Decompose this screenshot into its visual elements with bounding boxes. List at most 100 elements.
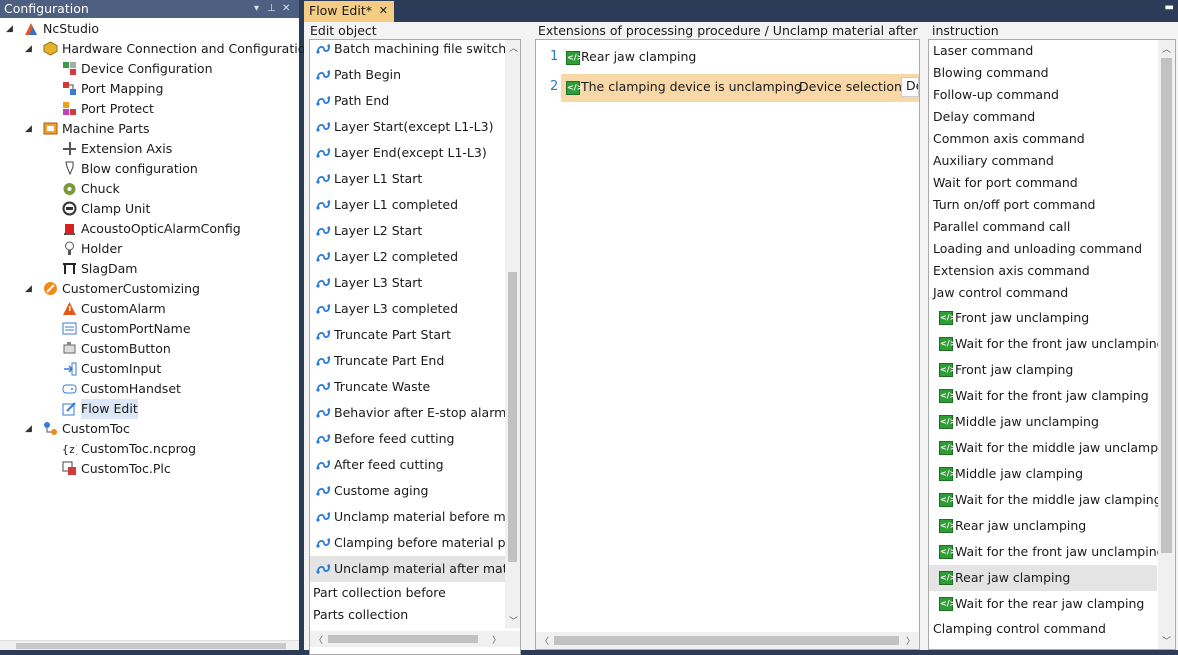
tab-menu-icon[interactable]: ▬ [1165,2,1174,13]
panel-pin-icon[interactable]: ⊥ [267,0,276,18]
instruction-item[interactable]: </> Middle jaw unclamping [929,409,1157,435]
tree-item[interactable]: Clamp Unit [0,199,299,219]
instruction-item[interactable]: </> Wait for the middle jaw unclamping [929,435,1175,461]
edit-object-item[interactable]: Layer L1 Start [310,166,505,192]
scrollbar-thumb[interactable] [554,636,899,645]
tree-item[interactable]: SlagDam [0,259,299,279]
procedure-horizontal-scrollbar[interactable]: 〈 〉 [536,632,919,649]
edit-object-horizontal-scrollbar[interactable]: 〈 〉 [310,631,520,647]
tree-item[interactable]: ◢ Hardware Connection and Configuration [0,39,313,59]
tree-item[interactable]: Holder [0,239,299,259]
edit-object-item[interactable]: Batch machining file switching [310,40,505,62]
instruction-group[interactable]: Auxiliary command [933,150,1054,172]
edit-object-item[interactable]: Path Begin [310,62,505,88]
procedure-line[interactable]: 1 </> Rear jaw clamping [536,44,919,72]
edit-object-item[interactable]: Truncate Part Start [310,322,505,348]
instruction-group[interactable]: Loading and unloading command [933,238,1142,260]
tree-item[interactable]: ◢ CustomToc [0,419,299,439]
panel-close-icon[interactable]: ✕ [282,0,290,18]
edit-object-item[interactable]: Custome aging [310,478,505,504]
tree-item[interactable]: CustomHandset [0,379,299,399]
tree-item[interactable]: ◢ Machine Parts [0,119,299,139]
tree-expander-icon[interactable]: ◢ [25,419,32,439]
instruction-group[interactable]: Jaw control command [933,282,1068,304]
tree-item[interactable]: CustomButton [0,339,299,359]
scrollbar-thumb[interactable] [328,635,478,643]
scroll-down-icon[interactable]: ﹀ [509,614,518,627]
tree-item[interactable]: AcoustoOpticAlarmConfig [0,219,299,239]
instruction-item[interactable]: </> Middle jaw clamping [929,461,1157,487]
device-selection-dropdown[interactable]: De [901,77,919,97]
tab-close-icon[interactable]: ✕ [379,1,388,21]
tree-expander-icon[interactable]: ◢ [25,119,32,139]
edit-object-item[interactable]: Truncate Part End [310,348,505,374]
edit-object-item[interactable]: Layer L2 completed [310,244,505,270]
edit-object-item[interactable]: Before feed cutting [310,426,505,452]
scroll-up-icon[interactable]: ︿ [509,41,518,54]
instruction-group[interactable]: Clamping control command [933,618,1106,640]
scrollbar-thumb[interactable] [508,272,517,562]
panel-dropdown-icon[interactable]: ▾ [254,0,259,18]
edit-object-item[interactable]: Unclamp material after material [310,556,505,582]
edit-object-item[interactable]: Layer L3 completed [310,296,505,322]
tree-item[interactable]: CustomPortName [0,319,299,339]
edit-object-item[interactable]: Layer L2 Start [310,218,505,244]
tree-item[interactable]: CustomInput [0,359,299,379]
tree-item[interactable]: Device Configuration [0,59,299,79]
instruction-item[interactable]: </> Rear jaw clamping [929,565,1157,591]
edit-object-item[interactable]: Layer End(except L1-L3) [310,140,505,166]
tree-item[interactable]: {z} CustomToc.ncprog [0,439,299,459]
instruction-group[interactable]: Turn on/off port command [933,194,1095,216]
instruction-group[interactable]: Delay command [933,106,1035,128]
tree-expander-icon[interactable]: ◢ [25,279,32,299]
instruction-group[interactable]: Blowing command [933,62,1049,84]
tree-item[interactable]: Port Protect [0,99,299,119]
instruction-group[interactable]: Follow-up command [933,84,1059,106]
instruction-item[interactable]: </> Wait for the front jaw unclamping [929,331,1165,357]
tree-item[interactable]: CustomAlarm [0,299,299,319]
scroll-right-icon[interactable]: 〉 [906,634,915,647]
edit-object-group-item[interactable]: Part collection before [313,582,446,604]
tab-flow-edit[interactable]: Flow Edit* ✕ [304,1,394,22]
edit-object-group-item[interactable]: Parts collection [313,604,408,626]
tree-expander-icon[interactable]: ◢ [25,39,32,59]
procedure-line-body[interactable]: </> The clamping device is unclamping Dev… [561,74,919,102]
instruction-group[interactable]: Common axis command [933,128,1085,150]
scrollbar-thumb[interactable] [1161,58,1172,553]
instruction-item[interactable]: </> Wait for the middle jaw clamping [929,487,1162,513]
scroll-left-icon[interactable]: 〈 [540,634,549,647]
instruction-item[interactable]: </> Wait for the rear jaw clamping [929,591,1157,617]
scrollbar-thumb[interactable] [16,643,286,649]
tree-expander-icon[interactable]: ◢ [6,19,13,39]
edit-object-item[interactable]: After feed cutting [310,452,505,478]
scroll-up-icon[interactable]: ︿ [1162,42,1171,55]
edit-object-item[interactable]: Layer Start(except L1-L3) [310,114,505,140]
scroll-down-icon[interactable]: ﹀ [1162,634,1171,647]
instruction-group[interactable]: Laser command [933,40,1033,62]
tree-item[interactable]: Blow configuration [0,159,299,179]
instruction-group[interactable]: Extension axis command [933,260,1090,282]
scroll-left-icon[interactable]: 〈 [314,633,323,646]
instruction-group[interactable]: Wait for port command [933,172,1078,194]
tree-item[interactable]: ◢ NcStudio [0,19,299,39]
instruction-item[interactable]: </> Wait for the front jaw clamping [929,383,1157,409]
edit-object-item[interactable]: Path End [310,88,505,114]
tree-horizontal-scrollbar[interactable] [0,640,299,650]
instruction-group[interactable]: Parallel command call [933,216,1070,238]
tree-item[interactable]: ◢ CustomerCustomizing [0,279,299,299]
tree-item[interactable]: Port Mapping [0,79,299,99]
instruction-item[interactable]: </> Wait for the front jaw unclamping [929,539,1165,565]
scroll-right-icon[interactable]: 〉 [492,633,501,646]
procedure-line-body[interactable]: </> Rear jaw clamping [561,44,919,72]
instruction-vertical-scrollbar[interactable]: ︿ ﹀ [1158,40,1175,649]
procedure-line[interactable]: 2 </> The clamping device is unclamping D… [536,74,919,102]
edit-object-item[interactable]: Layer L3 Start [310,270,505,296]
edit-object-vertical-scrollbar[interactable]: ︿ ﹀ [505,40,520,628]
edit-object-item[interactable]: Truncate Waste [310,374,505,400]
edit-object-item[interactable]: Unclamp material before machining [310,504,505,530]
instruction-item[interactable]: </> Front jaw clamping [929,357,1157,383]
tree-item[interactable]: Extension Axis [0,139,299,159]
instruction-item[interactable]: </> Rear jaw unclamping [929,513,1157,539]
tree-item[interactable]: CustomToc.Plc [0,459,299,479]
edit-object-item[interactable]: Clamping before material placing [310,530,505,556]
